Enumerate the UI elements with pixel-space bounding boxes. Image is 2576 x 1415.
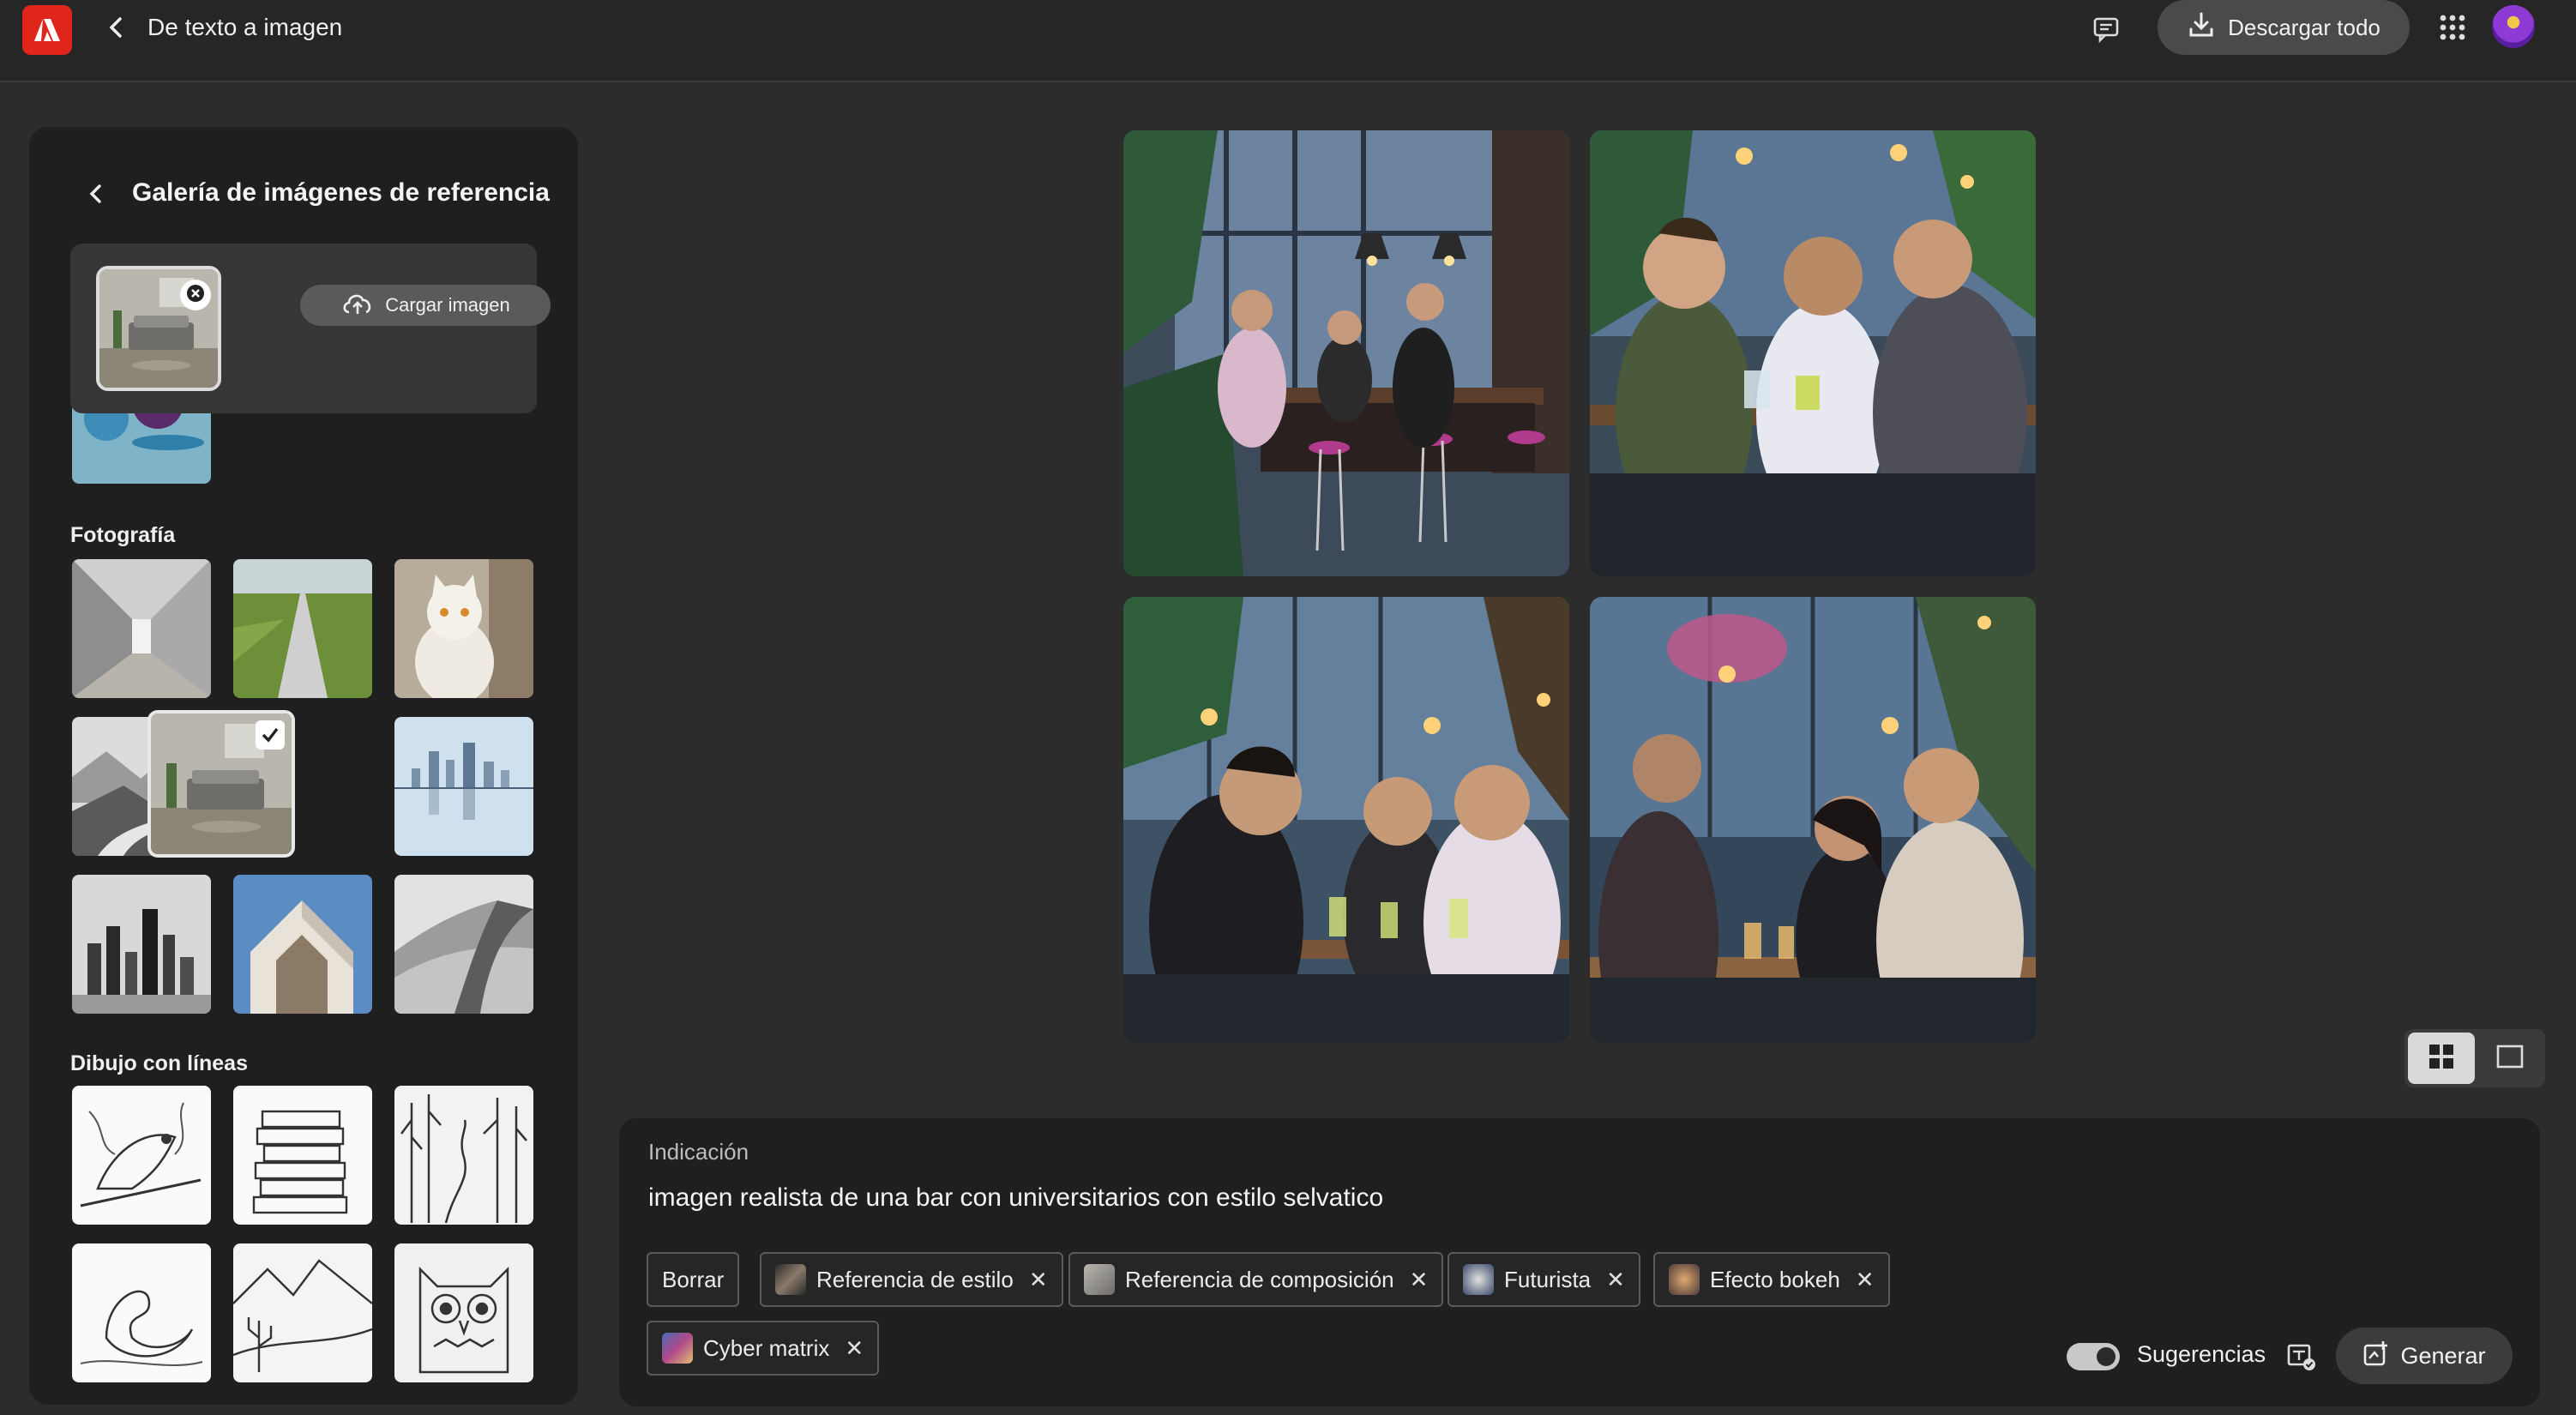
generated-image-4[interactable]: [1590, 597, 2036, 1043]
remove-chip-icon[interactable]: ✕: [1856, 1267, 1875, 1293]
thumb-corridor[interactable]: [72, 559, 211, 698]
thumb-cat[interactable]: [394, 559, 533, 698]
remove-chip-icon[interactable]: ✕: [1606, 1267, 1625, 1293]
chip-label: Cyber matrix: [703, 1334, 830, 1361]
thumb-books-sketch[interactable]: [233, 1086, 372, 1225]
remove-chip-icon[interactable]: ✕: [1410, 1267, 1429, 1293]
checkmark-icon: [256, 720, 285, 750]
user-avatar[interactable]: [2492, 5, 2535, 48]
generated-image-1[interactable]: [1123, 130, 1569, 576]
thumb-road-field[interactable]: [233, 559, 372, 698]
grid-view-button[interactable]: [2408, 1033, 2475, 1084]
chip-thumb: [775, 1264, 806, 1295]
generate-label: Generar: [2400, 1342, 2486, 1369]
thumb-owl-sketch[interactable]: [394, 1243, 533, 1382]
prompt-label: Indicación: [648, 1139, 749, 1165]
download-all-label: Descargar todo: [2228, 14, 2380, 40]
cloud-upload-icon: [340, 290, 375, 321]
selected-reference-image[interactable]: [96, 266, 221, 391]
single-view-icon: [2495, 1042, 2525, 1075]
reference-gallery-panel: Galería de imágenes de referencia Cargar…: [29, 127, 578, 1405]
remove-chip-icon[interactable]: ✕: [845, 1335, 864, 1362]
chip-futurista[interactable]: Futurista ✕: [1447, 1252, 1640, 1307]
chip-thumb: [1084, 1264, 1115, 1295]
prompt-input[interactable]: imagen realista de una bar con universit…: [648, 1183, 1383, 1213]
chip-composition-reference[interactable]: Referencia de composición ✕: [1068, 1252, 1444, 1307]
chip-thumb: [1669, 1264, 1700, 1295]
single-view-button[interactable]: [2477, 1033, 2543, 1084]
generated-image-3[interactable]: [1123, 597, 1569, 1043]
generate-icon: [2362, 1340, 2390, 1373]
remove-chip-icon[interactable]: ✕: [1029, 1267, 1048, 1293]
chip-thumb: [662, 1333, 693, 1364]
adobe-logo-icon[interactable]: [22, 5, 72, 55]
thumb-bird-sketch[interactable]: [72, 1086, 211, 1225]
thumb-living-room-selected[interactable]: [147, 710, 295, 858]
download-all-button[interactable]: Descargar todo: [2158, 0, 2410, 55]
upload-label: Cargar imagen: [385, 294, 510, 316]
section-label-photography: Fotografía: [70, 523, 176, 547]
suggestions-label: Sugerencias: [2137, 1341, 2266, 1367]
thumb-desert-sketch[interactable]: [233, 1243, 372, 1382]
download-icon: [2187, 10, 2216, 45]
chip-style-reference[interactable]: Referencia de estilo ✕: [760, 1252, 1063, 1307]
chip-label: Futurista: [1504, 1266, 1592, 1292]
chevron-left-icon[interactable]: [82, 180, 110, 208]
top-bar: De texto a imagen Descargar todo: [0, 0, 2576, 82]
generate-button[interactable]: Generar: [2336, 1328, 2513, 1384]
chip-label: Referencia de estilo: [816, 1266, 1014, 1292]
chip-bokeh[interactable]: Efecto bokeh ✕: [1653, 1252, 1890, 1307]
chip-label: Efecto bokeh: [1710, 1266, 1840, 1292]
comment-icon[interactable]: [2089, 12, 2123, 46]
remove-reference-button[interactable]: [180, 280, 211, 310]
chip-cyber-matrix[interactable]: Cyber matrix ✕: [647, 1321, 880, 1376]
suggestions-toggle[interactable]: [2067, 1343, 2120, 1370]
thumb-forest-sketch[interactable]: [394, 1086, 533, 1225]
upload-image-button[interactable]: Cargar imagen: [300, 285, 551, 326]
close-icon: [186, 284, 205, 307]
chevron-left-icon[interactable]: [101, 12, 132, 43]
grid-view-icon: [2427, 1042, 2456, 1075]
generated-image-2[interactable]: [1590, 130, 2036, 576]
app-grid-icon[interactable]: [2435, 10, 2470, 45]
thumb-sand-dunes[interactable]: [394, 875, 533, 1014]
toggle-knob: [2097, 1347, 2116, 1366]
chip-thumb: [1463, 1264, 1494, 1295]
content-credentials-icon[interactable]: [2284, 1340, 2319, 1374]
panel-title: Galería de imágenes de referencia: [132, 178, 550, 207]
thumb-modern-building[interactable]: [233, 875, 372, 1014]
thumb-bw-skyline[interactable]: [72, 875, 211, 1014]
view-toggle: [2404, 1029, 2545, 1087]
section-label-line-drawing: Dibujo con líneas: [70, 1051, 248, 1075]
thumb-swan-sketch[interactable]: [72, 1243, 211, 1382]
thumb-city-skyline[interactable]: [394, 717, 533, 856]
chip-label: Referencia de composición: [1125, 1266, 1394, 1292]
upload-card: Cargar imagen: [70, 244, 551, 413]
clear-label: Borrar: [662, 1266, 725, 1292]
clear-button[interactable]: Borrar: [647, 1252, 740, 1307]
page-title: De texto a imagen: [147, 14, 343, 40]
